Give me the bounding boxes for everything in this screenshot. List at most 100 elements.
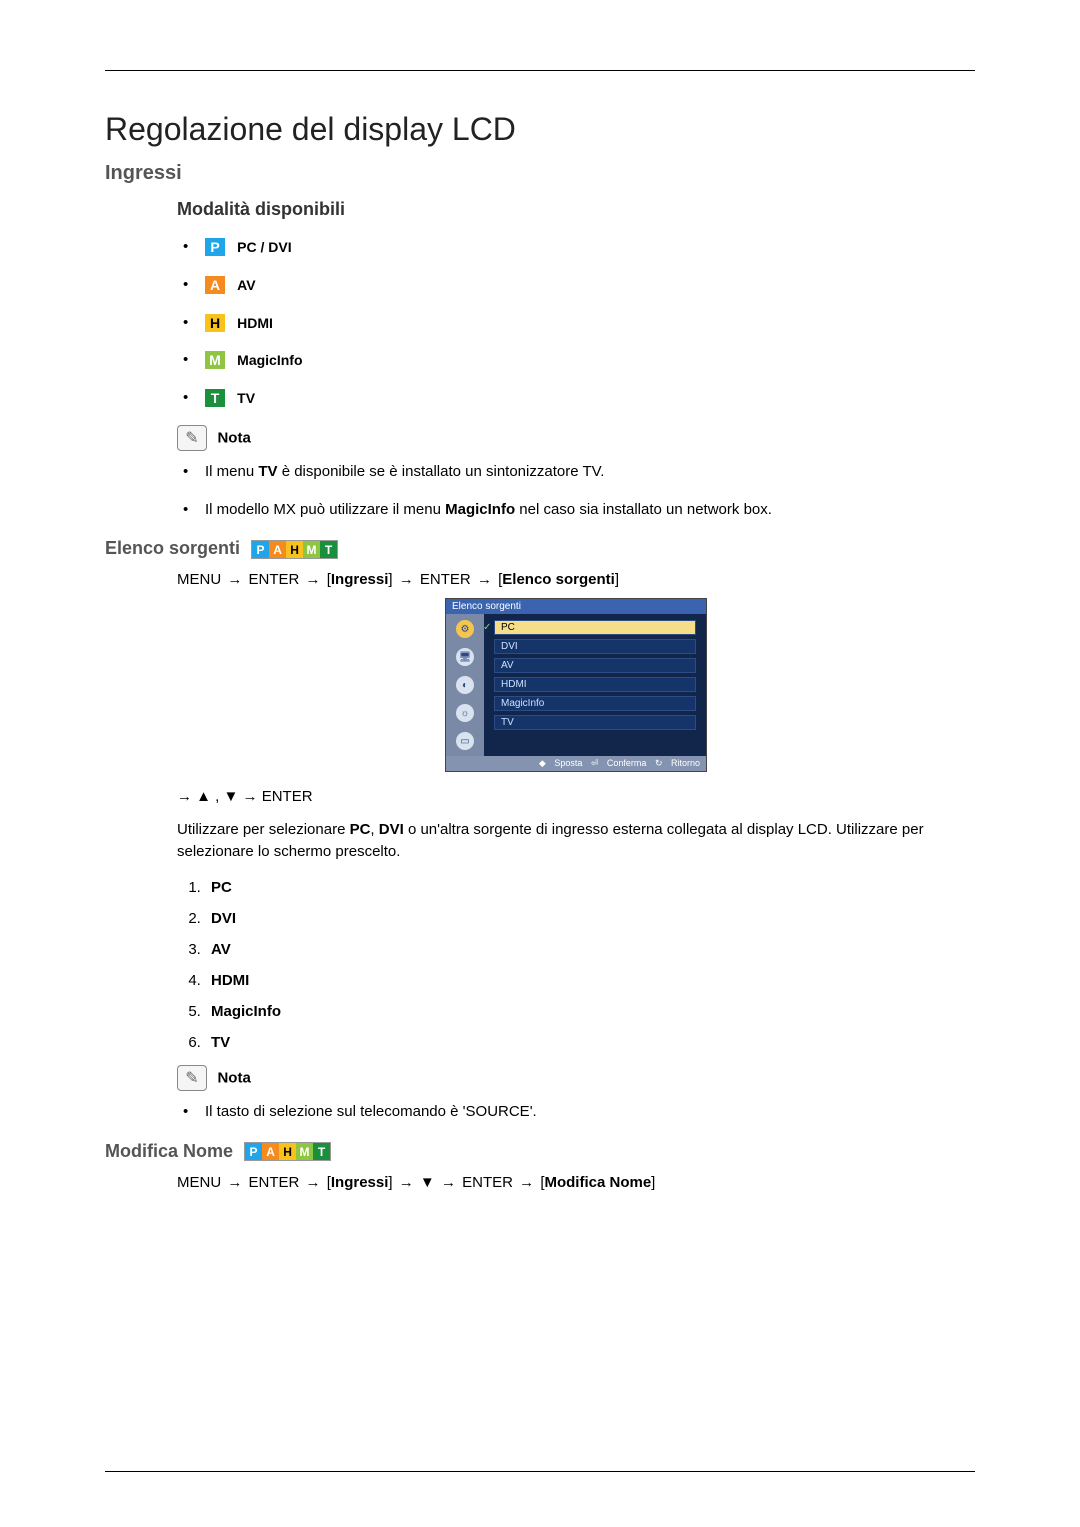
subsection-modalita: Modalità disponibili bbox=[177, 199, 975, 220]
kw: ENTER bbox=[420, 571, 471, 588]
note-list: Il tasto di selezione sul telecomando è … bbox=[177, 1101, 975, 1123]
bracket: ] bbox=[388, 571, 392, 588]
h-icon: H bbox=[205, 314, 225, 332]
arrow-icon: → bbox=[477, 571, 492, 588]
osd-side-icon: ▭ bbox=[456, 732, 474, 750]
foot-label: ◆ bbox=[539, 758, 548, 768]
note-row: ✎ Nota bbox=[177, 425, 975, 451]
p-icon: P bbox=[252, 541, 269, 558]
content-block: MENU → ENTER → [Ingressi] → ▼ → ENTER → … bbox=[177, 1174, 975, 1191]
foot-label: Ritorno bbox=[671, 758, 700, 768]
kw: ENTER bbox=[249, 571, 300, 588]
menu-name: Modifica Nome bbox=[544, 1174, 651, 1191]
h-icon: H bbox=[286, 541, 303, 558]
badge-strip: P A H M T bbox=[244, 1142, 331, 1161]
foot-label: ⏎ bbox=[591, 758, 601, 768]
label: PC bbox=[211, 879, 232, 896]
osd-item: DVI bbox=[494, 639, 696, 654]
menu-path-2: MENU → ENTER → [Ingressi] → ▼ → ENTER → … bbox=[177, 1174, 975, 1191]
arrow-icon: → bbox=[441, 1174, 456, 1191]
menu-path-1: MENU → ENTER → [Ingressi] → ENTER → [Ele… bbox=[177, 571, 975, 588]
mode-item: P PC / DVI bbox=[177, 236, 975, 258]
label: MagicInfo bbox=[211, 1003, 281, 1020]
paragraph: Utilizzare per selezionare PC, DVI o un'… bbox=[177, 819, 975, 863]
mode-label: PC / DVI bbox=[237, 239, 291, 255]
label: AV bbox=[211, 941, 231, 958]
document-page: Regolazione del display LCD Ingressi Mod… bbox=[0, 0, 1080, 1527]
osd-body: ⚙ 🖥 ◐ ☼ ▭ PC DVI AV HDMI MagicInfo TV bbox=[446, 614, 706, 756]
source-ordered-list: PC DVI AV HDMI MagicInfo TV bbox=[177, 879, 975, 1051]
m-icon: M bbox=[303, 541, 320, 558]
m-icon: M bbox=[296, 1143, 313, 1160]
mode-item: T TV bbox=[177, 387, 975, 409]
kw: MENU bbox=[177, 1174, 221, 1191]
p-icon: P bbox=[205, 238, 225, 256]
bracket: ] bbox=[615, 571, 619, 588]
t-icon: T bbox=[313, 1143, 330, 1160]
osd-item: HDMI bbox=[494, 677, 696, 692]
arrow-icon: → bbox=[306, 571, 321, 588]
h-icon: H bbox=[279, 1143, 296, 1160]
osd-sidebar: ⚙ 🖥 ◐ ☼ ▭ bbox=[446, 614, 484, 756]
section-modifica: Modifica Nome bbox=[105, 1141, 233, 1161]
list-item: MagicInfo bbox=[205, 1003, 975, 1020]
note-item: Il modello MX può utilizzare il menu Mag… bbox=[177, 499, 975, 521]
osd-side-icon: ☼ bbox=[456, 704, 474, 722]
osd-main: PC DVI AV HDMI MagicInfo TV bbox=[484, 614, 706, 756]
arrow-icon: → bbox=[227, 571, 242, 588]
list-item: PC bbox=[205, 879, 975, 896]
text: Il menu bbox=[205, 463, 258, 480]
note-row: ✎ Nota bbox=[177, 1065, 975, 1091]
text: Utilizzare per selezionare bbox=[177, 821, 350, 838]
arrow-icon: → bbox=[519, 1174, 534, 1191]
list-item: DVI bbox=[205, 910, 975, 927]
menu-name: Elenco sorgenti bbox=[502, 571, 615, 588]
t-icon: T bbox=[205, 389, 225, 407]
osd-item-selected: PC bbox=[494, 620, 696, 635]
note-list: Il menu TV è disponibile se è installato… bbox=[177, 461, 975, 521]
osd-item: MagicInfo bbox=[494, 696, 696, 711]
badge-strip: P A H M T bbox=[251, 540, 338, 559]
osd-side-icon: ⚙ bbox=[456, 620, 474, 638]
down-icon: ▼ bbox=[420, 1174, 435, 1191]
bold: PC bbox=[350, 821, 371, 838]
section-ingressi: Ingressi bbox=[105, 162, 975, 185]
arrow-icon: → bbox=[227, 1174, 242, 1191]
osd-side-icon: 🖥 bbox=[456, 648, 474, 666]
section-elenco: Elenco sorgenti bbox=[105, 538, 240, 558]
page-title: Regolazione del display LCD bbox=[105, 111, 975, 148]
note-item: Il tasto di selezione sul telecomando è … bbox=[177, 1101, 975, 1123]
osd-item: TV bbox=[494, 715, 696, 730]
kw: ENTER bbox=[249, 1174, 300, 1191]
mode-item: H HDMI bbox=[177, 312, 975, 334]
a-icon: A bbox=[205, 276, 225, 294]
bold: MagicInfo bbox=[445, 501, 515, 518]
mode-label: HDMI bbox=[237, 314, 273, 330]
a-icon: A bbox=[262, 1143, 279, 1160]
arrow-icon: → bbox=[306, 1174, 321, 1191]
menu-name: Ingressi bbox=[331, 1174, 389, 1191]
text: nel caso sia installato un network box. bbox=[515, 501, 772, 518]
bracket: ] bbox=[651, 1174, 655, 1191]
mode-label: AV bbox=[237, 277, 255, 293]
content-block: Modalità disponibili P PC / DVI A AV H H… bbox=[177, 199, 975, 520]
nav-hint: → ▲ , ▼ → ENTER bbox=[177, 788, 975, 805]
mode-item: A AV bbox=[177, 274, 975, 296]
mode-label: MagicInfo bbox=[237, 352, 302, 368]
note-icon: ✎ bbox=[177, 425, 207, 451]
osd-footer: ◆ Sposta ⏎ Conferma ↻ Ritorno bbox=[446, 756, 706, 771]
arrow-icon: → bbox=[399, 571, 414, 588]
foot-label: ↻ bbox=[655, 758, 665, 768]
osd-title: Elenco sorgenti bbox=[446, 599, 706, 614]
osd-panel: Elenco sorgenti ⚙ 🖥 ◐ ☼ ▭ PC DVI AV HDMI… bbox=[445, 598, 707, 772]
p-icon: P bbox=[245, 1143, 262, 1160]
note-label: Nota bbox=[217, 1069, 250, 1086]
text: Il modello MX può utilizzare il menu bbox=[205, 501, 445, 518]
osd-side-icon: ◐ bbox=[456, 676, 474, 694]
mode-list: P PC / DVI A AV H HDMI M MagicInfo T TV bbox=[177, 236, 975, 409]
kw: ENTER bbox=[462, 1174, 513, 1191]
content-block: MENU → ENTER → [Ingressi] → ENTER → [Ele… bbox=[177, 571, 975, 1122]
section-elenco-row: Elenco sorgenti P A H M T bbox=[105, 538, 975, 559]
foot-label: Sposta bbox=[554, 758, 582, 768]
label: HDMI bbox=[211, 972, 249, 989]
